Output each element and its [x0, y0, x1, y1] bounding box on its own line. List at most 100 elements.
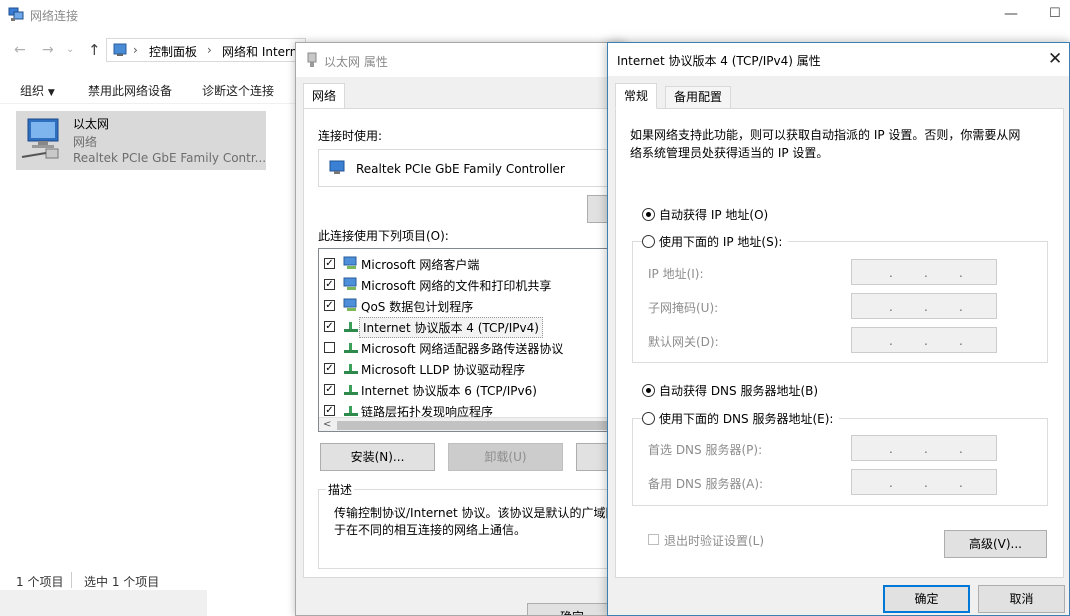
diagnose-connection-button[interactable]: 诊断这个连接: [202, 82, 274, 99]
recent-dropdown-icon[interactable]: ⌄: [66, 44, 74, 55]
checkbox[interactable]: ✓: [324, 300, 335, 311]
checkbox[interactable]: ✓: [324, 363, 335, 374]
status-selected-count: 选中 1 个项目: [84, 573, 159, 590]
description-label: 描述: [326, 481, 354, 498]
disable-device-button[interactable]: 禁用此网络设备: [88, 82, 172, 99]
protocol-icon: [343, 319, 359, 333]
ok-button[interactable]: 确定: [527, 603, 617, 616]
subnet-mask-field[interactable]: ...: [851, 293, 997, 319]
list-item-label: Internet 协议版本 6 (TCP/IPv6): [361, 382, 537, 399]
checkbox[interactable]: ✓: [324, 279, 335, 290]
auto-dns-label: 自动获得 DNS 服务器地址(B): [659, 382, 818, 399]
ethernet-properties-dialog: 以太网 属性 网络 连接时使用: Realtek PCIe GbE Family…: [295, 42, 625, 616]
control-panel-icon: [112, 42, 128, 61]
ok-button[interactable]: 确定: [883, 585, 970, 613]
list-item[interactable]: ✓ QoS 数据包计划程序: [324, 296, 624, 316]
list-item-label: QoS 数据包计划程序: [361, 298, 473, 315]
tab-network[interactable]: 网络: [303, 83, 345, 109]
window-title: 网络连接: [30, 7, 78, 24]
checkbox[interactable]: ✓: [324, 321, 335, 332]
items-label: 此连接使用下列项目(O):: [318, 227, 449, 244]
ipv4-properties-dialog: Internet 协议版本 4 (TCP/IPv4) 属性 ✕ 常规 备用配置 …: [607, 42, 1070, 616]
preferred-dns-field[interactable]: ...: [851, 435, 997, 461]
horizontal-scrollbar[interactable]: <: [319, 417, 625, 432]
list-item-label: Microsoft 网络的文件和打印机共享: [361, 277, 551, 294]
auto-ip-radio[interactable]: [642, 208, 655, 221]
checkbox[interactable]: [324, 342, 335, 353]
preferred-dns-label: 首选 DNS 服务器(P):: [648, 441, 762, 458]
adapter-name: Realtek PCIe GbE Family Controller: [356, 162, 565, 176]
breadcrumb-control-panel[interactable]: 控制面板: [149, 43, 197, 60]
maximize-icon[interactable]: ☐: [1049, 6, 1061, 21]
alternate-dns-field[interactable]: ...: [851, 469, 997, 495]
list-item-label: Internet 协议版本 4 (TCP/IPv4): [359, 317, 543, 338]
list-item[interactable]: ✓ Microsoft 网络客户端: [324, 254, 624, 274]
connection-type: 网络: [73, 133, 97, 150]
manual-dns-option[interactable]: 使用下面的 DNS 服务器地址(E):: [642, 410, 839, 428]
connection-adapter: Realtek PCIe GbE Family Contr...: [73, 151, 266, 165]
ip-address-label: IP 地址(I):: [648, 265, 704, 282]
alternate-dns-label: 备用 DNS 服务器(A):: [648, 475, 763, 492]
ethernet-title-icon: [306, 52, 318, 71]
checkbox[interactable]: ✓: [324, 258, 335, 269]
components-list-items: ✓ Microsoft 网络客户端 ✓ Microsoft 网络的文件和打印机共…: [319, 249, 625, 417]
breadcrumb-separator-icon: ›: [133, 43, 138, 57]
components-list[interactable]: ✓ Microsoft 网络客户端 ✓ Microsoft 网络的文件和打印机共…: [318, 248, 625, 432]
network-connections-icon: [8, 6, 24, 22]
checkbox[interactable]: ✓: [324, 384, 335, 395]
up-arrow-icon[interactable]: ↑: [88, 41, 101, 59]
caret-down-icon: ▼: [48, 88, 55, 98]
uninstall-button[interactable]: 卸载(U): [448, 443, 563, 471]
explorer-scroll-area: [0, 590, 207, 616]
validate-label: 退出时验证设置(L): [664, 532, 764, 549]
breadcrumb-separator-icon: ›: [207, 43, 212, 57]
connect-using-label: 连接时使用:: [318, 127, 382, 144]
description-text-line1: 传输控制协议/Internet 协议。该协议是默认的广域网: [334, 504, 618, 521]
list-item-selected[interactable]: ✓ Internet 协议版本 4 (TCP/IPv4): [324, 317, 624, 337]
dialog-title: 以太网 属性: [324, 53, 388, 70]
dialog-title: Internet 协议版本 4 (TCP/IPv4) 属性: [617, 52, 821, 69]
list-item-label: Microsoft 网络适配器多路传送器协议: [361, 340, 563, 357]
install-button[interactable]: 安装(N)...: [320, 443, 435, 471]
auto-ip-label: 自动获得 IP 地址(O): [659, 206, 768, 223]
dialog-titlebar: 以太网 属性: [296, 43, 625, 77]
tab-alternate-config[interactable]: 备用配置: [665, 86, 731, 109]
manual-dns-radio[interactable]: [642, 412, 655, 425]
organize-menu[interactable]: 组织 ▼: [20, 82, 55, 99]
status-divider: [71, 572, 72, 588]
tab-general[interactable]: 常规: [615, 83, 657, 109]
validate-checkbox[interactable]: [648, 534, 659, 545]
minimize-icon[interactable]: —: [1004, 6, 1018, 22]
list-item[interactable]: ✓ Internet 协议版本 6 (TCP/IPv6): [324, 380, 624, 400]
ethernet-adapter-icon: [20, 115, 68, 168]
network-client-icon: [343, 298, 359, 312]
default-gateway-field[interactable]: ...: [851, 327, 997, 353]
checkbox[interactable]: ✓: [324, 405, 335, 416]
list-item[interactable]: Microsoft 网络适配器多路传送器协议: [324, 338, 624, 358]
connection-name: 以太网: [73, 115, 109, 132]
back-arrow-icon[interactable]: ←: [14, 42, 26, 58]
close-icon[interactable]: ✕: [1048, 49, 1062, 69]
advanced-button[interactable]: 高级(V)...: [944, 530, 1047, 558]
forward-arrow-icon[interactable]: →: [42, 42, 54, 58]
cancel-button[interactable]: 取消: [978, 585, 1065, 613]
default-gateway-label: 默认网关(D):: [648, 333, 719, 350]
network-client-icon: [343, 256, 359, 270]
scrollbar-thumb[interactable]: [337, 421, 607, 430]
manual-ip-option[interactable]: 使用下面的 IP 地址(S):: [642, 233, 788, 251]
protocol-icon: [343, 403, 359, 417]
ip-address-field[interactable]: ...: [851, 259, 997, 285]
intro-text-line2: 络系统管理员处获得适当的 IP 设置。: [630, 144, 828, 161]
auto-dns-radio[interactable]: [642, 384, 655, 397]
ethernet-connection-item[interactable]: 以太网 网络 Realtek PCIe GbE Family Contr...: [16, 111, 266, 170]
breadcrumb-network-internet[interactable]: 网络和 Intern: [222, 43, 297, 60]
protocol-icon: [343, 361, 359, 375]
address-bar[interactable]: › 控制面板 › 网络和 Intern: [106, 38, 306, 62]
list-item[interactable]: ✓ Microsoft 网络的文件和打印机共享: [324, 275, 624, 295]
list-item[interactable]: ✓ Microsoft LLDP 协议驱动程序: [324, 359, 624, 379]
protocol-icon: [343, 382, 359, 396]
scroll-left-icon[interactable]: <: [323, 419, 331, 430]
list-item-label: Microsoft LLDP 协议驱动程序: [361, 361, 525, 378]
network-adapter-icon: [329, 160, 347, 179]
manual-ip-radio[interactable]: [642, 235, 655, 248]
